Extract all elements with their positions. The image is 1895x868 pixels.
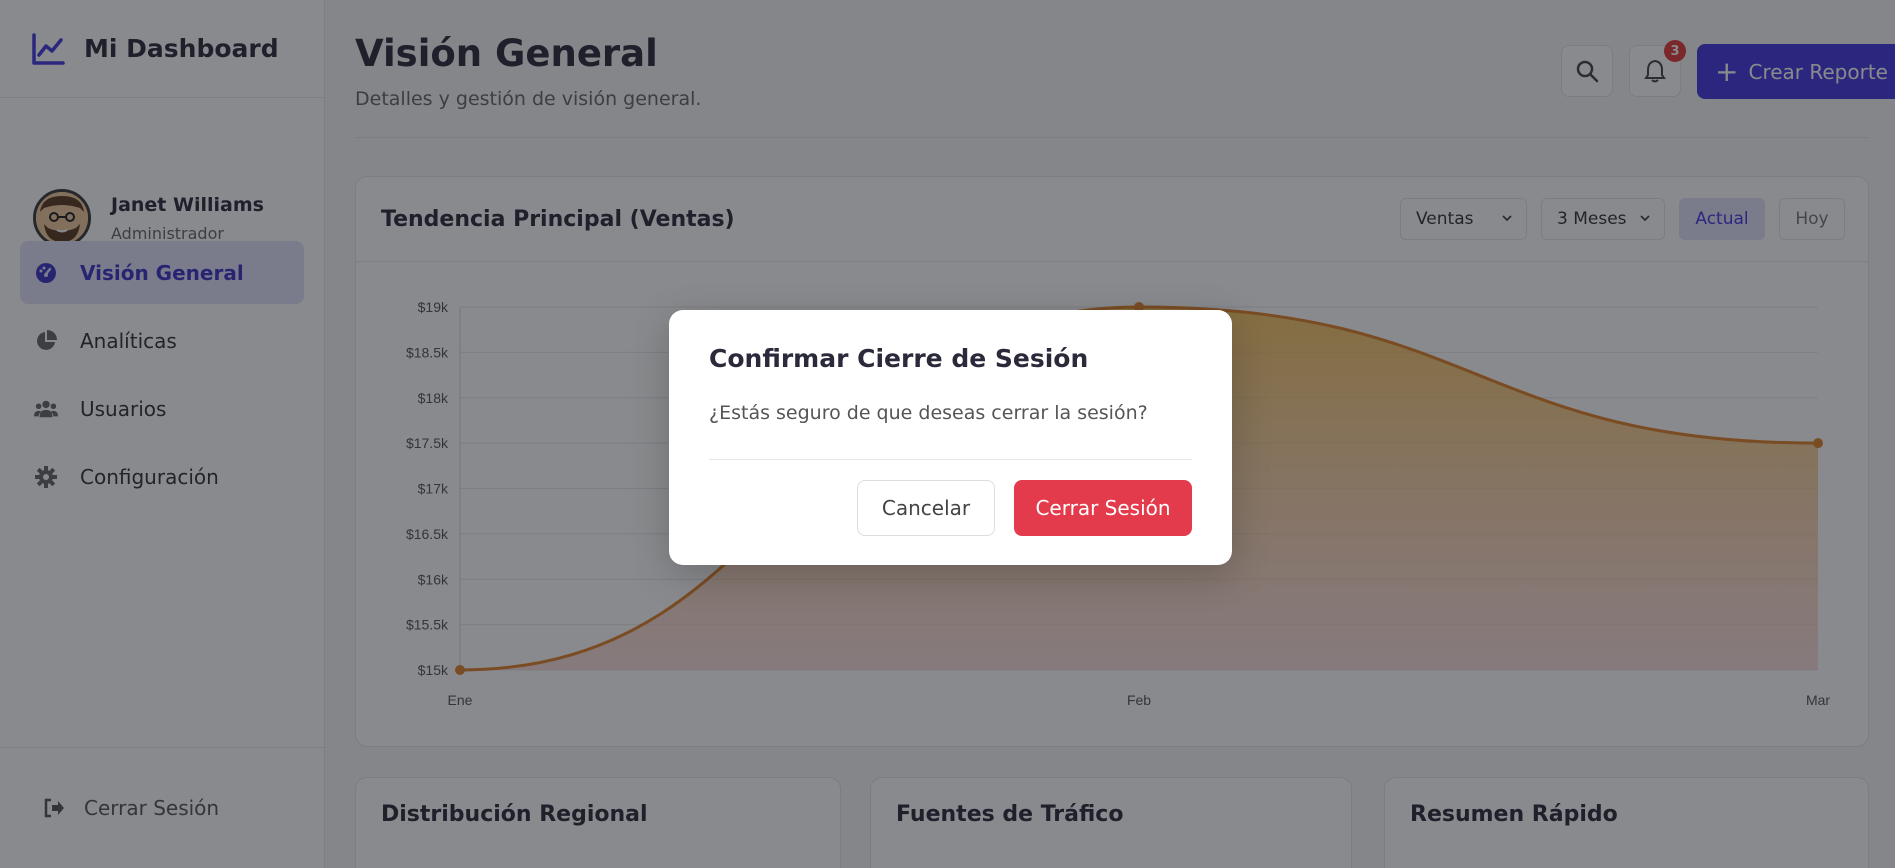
confirm-logout-button[interactable]: Cerrar Sesión	[1014, 480, 1192, 536]
modal-message: ¿Estás seguro de que deseas cerrar la se…	[709, 402, 1148, 424]
modal-title: Confirmar Cierre de Sesión	[709, 344, 1089, 373]
cancel-button[interactable]: Cancelar	[857, 480, 995, 536]
modal-divider	[709, 459, 1192, 460]
logout-confirm-modal: Confirmar Cierre de Sesión ¿Estás seguro…	[669, 310, 1232, 565]
